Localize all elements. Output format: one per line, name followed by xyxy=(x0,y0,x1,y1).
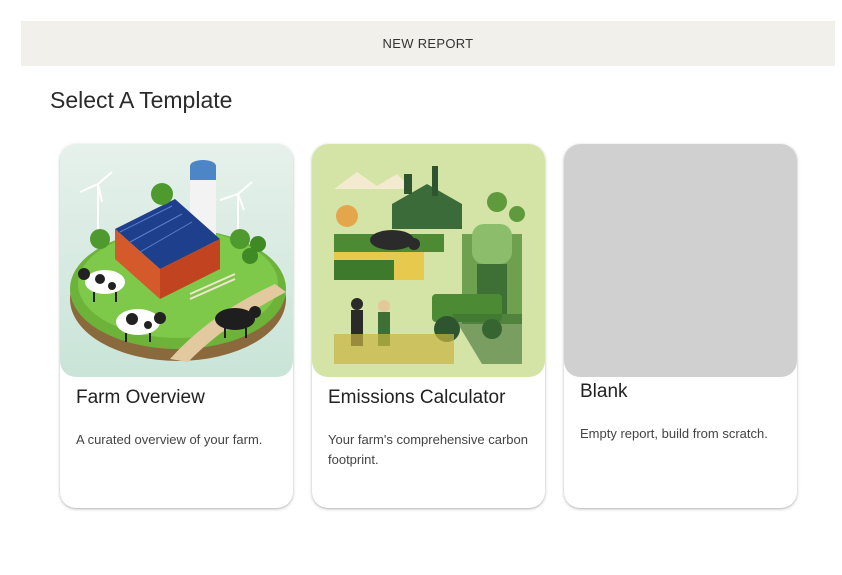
template-description: A curated overview of your farm. xyxy=(76,432,263,447)
new-report-header: NEW REPORT xyxy=(21,21,835,66)
template-title: Emissions Calculator xyxy=(328,387,506,408)
template-card-emissions-calculator[interactable]: Emissions Calculator Your farm's compreh… xyxy=(312,144,545,508)
farm-overview-image xyxy=(60,144,293,377)
template-title: Farm Overview xyxy=(76,387,205,408)
template-description: Your farm's comprehensive carbon footpri… xyxy=(328,432,528,467)
template-title: Blank xyxy=(580,381,628,402)
page-title: Select A Template xyxy=(50,87,233,113)
template-card-blank[interactable]: Blank Empty report, build from scratch. xyxy=(564,144,797,508)
template-description: Empty report, build from scratch. xyxy=(580,426,768,441)
emissions-calculator-image xyxy=(312,144,545,377)
blank-image-placeholder xyxy=(564,144,797,377)
header-title: NEW REPORT xyxy=(382,36,474,51)
template-card-farm-overview[interactable]: Farm Overview A curated overview of your… xyxy=(60,144,293,508)
